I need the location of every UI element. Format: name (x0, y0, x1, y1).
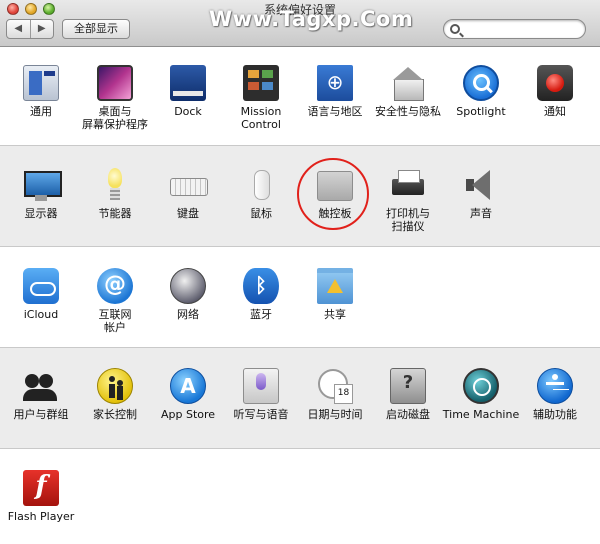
parental-icon (97, 368, 133, 404)
pane-dictation[interactable]: 听写与语音 (222, 368, 300, 421)
clock-icon (317, 368, 353, 404)
pane-users[interactable]: 用户与群组 (2, 368, 80, 421)
pane-sharing[interactable]: 共享 (296, 268, 374, 321)
app-store-icon (170, 368, 206, 404)
security-icon (390, 65, 426, 101)
search-field[interactable] (443, 19, 586, 39)
pane-label: Mission Control (240, 105, 282, 131)
pane-displays[interactable]: 显示器 (2, 167, 80, 220)
pane-icloud[interactable]: iCloud (2, 268, 80, 321)
pane-label: Dock (174, 105, 202, 118)
pane-label: Spotlight (456, 105, 506, 118)
watermark: Www.Tagxp.Com (209, 7, 414, 31)
bulb-icon (97, 167, 133, 203)
pane-printers[interactable]: 打印机与 扫描仪 (369, 167, 447, 233)
mouse-icon (243, 167, 279, 203)
time-machine-icon (463, 368, 499, 404)
flash-icon (23, 470, 59, 506)
pane-label: 节能器 (98, 207, 132, 220)
bluetooth-icon (243, 268, 279, 304)
sharing-folder-icon (317, 268, 353, 304)
pane-label: 语言与地区 (307, 105, 363, 118)
pane-label: 桌面与 屏幕保护程序 (82, 105, 148, 131)
section-system: 用户与群组 家长控制 App Store 听写与语音 日期与时间 启动磁盘 Ti… (0, 347, 600, 448)
pane-network[interactable]: 网络 (149, 268, 227, 321)
pane-mouse[interactable]: 鼠标 (222, 167, 300, 220)
pane-label: 显示器 (24, 207, 58, 220)
forward-button[interactable]: ▶ (29, 20, 54, 38)
display-icon (23, 167, 62, 203)
pane-energy[interactable]: 节能器 (76, 167, 154, 220)
spotlight-icon (463, 65, 499, 101)
pane-date-time[interactable]: 日期与时间 (296, 368, 374, 421)
pane-label: iCloud (23, 308, 59, 321)
accessibility-icon (537, 368, 573, 404)
pane-label: 鼠标 (250, 207, 272, 220)
pane-desktop[interactable]: 桌面与 屏幕保护程序 (76, 65, 154, 131)
at-icon (97, 268, 133, 304)
pane-label: 通知 (544, 105, 566, 118)
disk-icon (390, 368, 426, 404)
search-icon (450, 24, 460, 34)
dock-icon (170, 65, 206, 101)
pane-label: 安全性与隐私 (375, 105, 441, 118)
highlight-circle (297, 158, 369, 230)
section-other: Flash Player (0, 448, 600, 544)
pane-label: Flash Player (7, 510, 75, 523)
pane-keyboard[interactable]: 键盘 (149, 167, 227, 220)
keyboard-icon (170, 167, 208, 203)
pane-mission-control[interactable]: Mission Control (222, 65, 300, 131)
notifications-icon (537, 65, 573, 101)
pane-label: 日期与时间 (307, 408, 363, 421)
pane-label: 共享 (324, 308, 346, 321)
pane-label: Time Machine (442, 408, 520, 421)
pane-accessibility[interactable]: 辅助功能 (516, 368, 594, 421)
desktop-icon (97, 65, 133, 101)
pane-label: 通用 (30, 105, 52, 118)
microphone-icon (243, 368, 279, 404)
pane-label: 蓝牙 (250, 308, 272, 321)
pane-label: 网络 (177, 308, 199, 321)
cloud-icon (23, 268, 59, 304)
back-button[interactable]: ◀ (7, 20, 30, 38)
pane-spotlight[interactable]: Spotlight (442, 65, 520, 118)
pane-language[interactable]: 语言与地区 (296, 65, 374, 118)
section-personal: 通用 桌面与 屏幕保护程序 Dock Mission Control 语言与地区… (0, 48, 600, 145)
pane-internet-accounts[interactable]: 互联网 帐户 (76, 268, 154, 334)
globe-icon (170, 268, 206, 304)
pane-label: 声音 (470, 207, 492, 220)
pane-app-store[interactable]: App Store (149, 368, 227, 421)
section-internet: iCloud 互联网 帐户 网络 蓝牙 共享 (0, 246, 600, 347)
speaker-icon (463, 167, 499, 203)
pane-flash-player[interactable]: Flash Player (2, 470, 80, 523)
pane-label: 键盘 (177, 207, 199, 220)
general-icon (23, 65, 59, 101)
printer-icon (390, 167, 426, 203)
show-all-button[interactable]: 全部显示 (62, 19, 130, 39)
pane-label: 启动磁盘 (386, 408, 430, 421)
pane-bluetooth[interactable]: 蓝牙 (222, 268, 300, 321)
pane-sound[interactable]: 声音 (442, 167, 520, 220)
language-icon (317, 65, 353, 101)
pane-security[interactable]: 安全性与隐私 (369, 65, 447, 118)
pane-label: App Store (160, 408, 216, 421)
pane-label: 听写与语音 (233, 408, 289, 421)
nav-segment: ◀ ▶ (6, 19, 54, 39)
window-toolbar: 系统偏好设置 Www.Tagxp.Com ◀ ▶ 全部显示 (0, 0, 600, 47)
pane-parental[interactable]: 家长控制 (76, 368, 154, 421)
pane-label: 用户与群组 (13, 408, 69, 421)
pane-label: 家长控制 (93, 408, 137, 421)
mission-control-icon (243, 65, 279, 101)
pane-startup-disk[interactable]: 启动磁盘 (369, 368, 447, 421)
pane-general[interactable]: 通用 (2, 65, 80, 118)
pane-dock[interactable]: Dock (149, 65, 227, 118)
search-input[interactable] (464, 21, 582, 37)
pane-time-machine[interactable]: Time Machine (442, 368, 520, 421)
pane-label: 互联网 帐户 (98, 308, 132, 334)
pane-label: 打印机与 扫描仪 (386, 207, 430, 233)
pane-notifications[interactable]: 通知 (516, 65, 594, 118)
users-icon (23, 368, 59, 404)
pane-label: 辅助功能 (533, 408, 577, 421)
